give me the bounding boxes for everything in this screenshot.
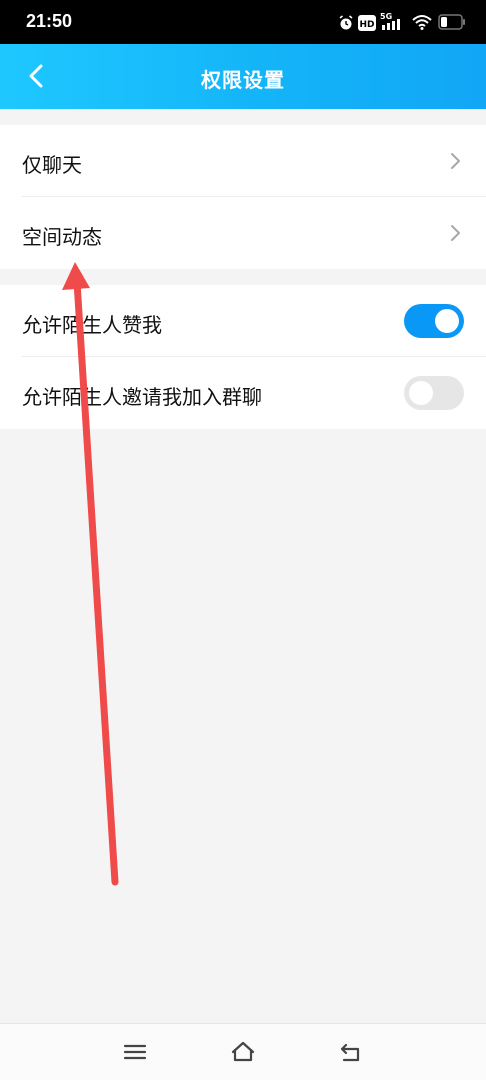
home-icon[interactable] xyxy=(230,1040,256,1064)
navigation-bar xyxy=(0,1023,486,1080)
list-item-allow-stranger-like: 允许陌生人赞我 xyxy=(0,285,486,357)
privacy-visibility-section: 仅聊天 空间动态 xyxy=(0,125,486,269)
stranger-permission-section: 允许陌生人赞我 允许陌生人邀请我加入群聊 xyxy=(0,285,486,429)
wifi-icon xyxy=(412,15,432,30)
screen: 21:50 HD 5G 权限设置 仅聊天 空间动态 允许陌生人赞我 允许陌生人邀… xyxy=(0,0,486,1080)
chevron-right-icon xyxy=(451,153,460,169)
list-item-allow-stranger-group-invite: 允许陌生人邀请我加入群聊 xyxy=(0,357,486,429)
alarm-icon xyxy=(339,15,353,30)
page-title: 权限设置 xyxy=(201,68,285,92)
list-item-label: 空间动态 xyxy=(22,225,102,249)
list-item-label: 允许陌生人邀请我加入群聊 xyxy=(22,385,262,409)
header: 权限设置 xyxy=(0,44,486,109)
allow-stranger-group-invite-toggle[interactable] xyxy=(404,376,464,410)
status-time: 21:50 xyxy=(26,11,73,31)
list-item-space-activity[interactable]: 空间动态 xyxy=(0,197,486,269)
hd-icon: HD xyxy=(358,15,376,31)
toggle-knob xyxy=(435,309,459,333)
list-item-label: 仅聊天 xyxy=(22,153,82,177)
menu-icon[interactable] xyxy=(122,1040,148,1064)
battery-icon xyxy=(438,14,465,30)
back-icon[interactable] xyxy=(338,1040,364,1064)
signal-5g-icon: 5G xyxy=(380,12,400,30)
status-icons: HD 5G xyxy=(338,10,468,34)
list-item-chat-only[interactable]: 仅聊天 xyxy=(0,125,486,197)
list-item-label: 允许陌生人赞我 xyxy=(22,313,162,337)
status-bar: 21:50 HD 5G xyxy=(0,0,486,44)
allow-stranger-like-toggle[interactable] xyxy=(404,304,464,338)
chevron-right-icon xyxy=(451,225,460,241)
svg-text:HD: HD xyxy=(359,20,374,30)
toggle-knob xyxy=(409,381,433,405)
svg-text:5G: 5G xyxy=(380,12,392,21)
